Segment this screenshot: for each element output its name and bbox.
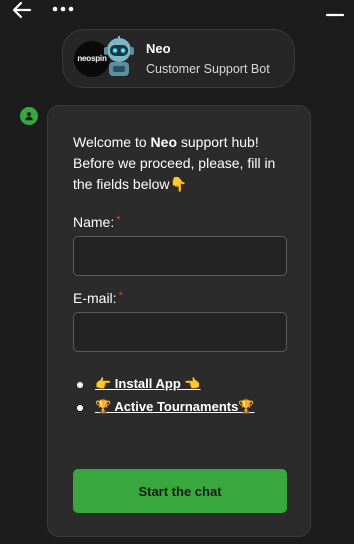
bot-role: Customer Support Bot bbox=[146, 61, 270, 76]
email-field[interactable] bbox=[73, 312, 287, 352]
more-options-button[interactable] bbox=[51, 2, 77, 16]
minimize-icon bbox=[325, 13, 345, 17]
quick-links: 👉 Install App 👈 🏆 Active Tournaments🏆 bbox=[73, 376, 298, 422]
name-field[interactable] bbox=[73, 236, 287, 276]
active-tournaments-link[interactable]: 🏆 Active Tournaments🏆 bbox=[95, 399, 255, 414]
minimize-button[interactable] bbox=[324, 2, 346, 18]
install-app-link[interactable]: 👉 Install App 👈 bbox=[95, 376, 201, 391]
back-arrow-icon bbox=[12, 1, 32, 19]
list-item: 👉 Install App 👈 bbox=[73, 376, 298, 399]
bot-logo: neospin bbox=[74, 34, 142, 84]
bot-avatar bbox=[20, 107, 38, 125]
welcome-message: Welcome to Neo support hub! Before we pr… bbox=[73, 134, 276, 192]
email-label: E-mail: * bbox=[73, 290, 123, 306]
name-label: Name: * bbox=[73, 214, 121, 230]
start-chat-button[interactable]: Start the chat bbox=[73, 469, 287, 513]
back-button[interactable] bbox=[10, 0, 34, 20]
user-icon bbox=[25, 112, 33, 121]
robot-icon bbox=[104, 35, 134, 76]
message-card: Welcome to Neo support hub! Before we pr… bbox=[47, 105, 311, 537]
bot-name: Neo bbox=[146, 40, 171, 56]
bot-header-text: Neo Customer Support Bot bbox=[146, 40, 270, 78]
bot-header: neospin Neo Customer Support Bot bbox=[62, 29, 295, 88]
required-marker: * bbox=[118, 290, 123, 302]
more-dots-icon bbox=[52, 6, 74, 12]
chat-widget: neospin Neo Customer Support Bot Welcome… bbox=[0, 0, 354, 544]
required-marker: * bbox=[116, 214, 121, 226]
list-item: 🏆 Active Tournaments🏆 bbox=[73, 399, 298, 422]
